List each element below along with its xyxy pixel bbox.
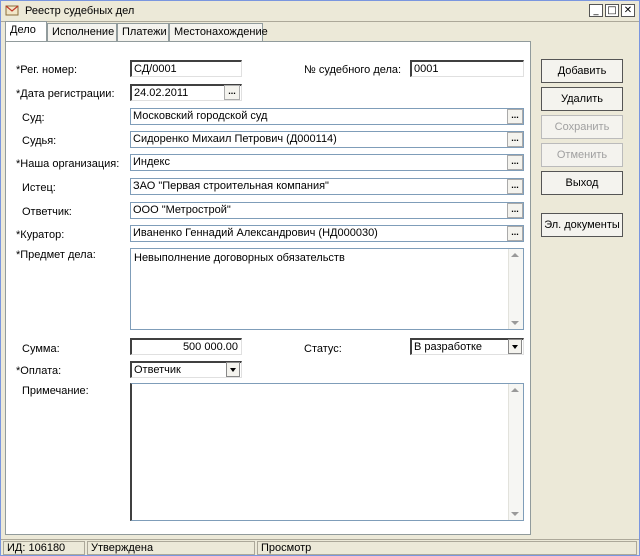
maximize-button[interactable]: □ bbox=[605, 4, 619, 17]
delete-button[interactable]: Удалить bbox=[541, 87, 623, 111]
save-button[interactable]: Сохранить bbox=[541, 115, 623, 139]
court-select-button[interactable]: ... bbox=[507, 109, 523, 124]
reg-number-label: *Рег. номер: bbox=[16, 64, 78, 76]
court-case-number-label: № судебного дела: bbox=[304, 64, 402, 76]
app-icon bbox=[5, 5, 19, 16]
cancel-button[interactable]: Отменить bbox=[541, 143, 623, 167]
exit-button[interactable]: Выход bbox=[541, 171, 623, 195]
defendant-label: Ответчик: bbox=[22, 206, 72, 218]
defendant-field[interactable]: ООО "Метрострой" bbox=[130, 202, 524, 219]
reg-number-field[interactable]: СД/0001 bbox=[130, 60, 242, 77]
our-org-label: *Наша организация: bbox=[16, 158, 120, 170]
payment-label: *Оплата: bbox=[16, 365, 62, 377]
scroll-up-arrow-icon[interactable] bbox=[511, 253, 519, 257]
subject-memo[interactable]: Невыполнение договорных обязательств bbox=[130, 248, 524, 330]
tab-payments[interactable]: Платежи bbox=[117, 23, 169, 41]
electronic-documents-button[interactable]: Эл. документы bbox=[541, 213, 623, 237]
tab-case[interactable]: Дело bbox=[5, 21, 47, 41]
subject-scrollbar[interactable] bbox=[508, 249, 523, 329]
curator-field[interactable]: Иваненко Геннадий Александрович (НД00003… bbox=[130, 225, 524, 242]
status-label: Статус: bbox=[304, 343, 342, 355]
amount-label: Сумма: bbox=[22, 343, 60, 355]
scroll-down-arrow-icon[interactable] bbox=[511, 321, 519, 325]
defendant-select-button[interactable]: ... bbox=[507, 203, 523, 218]
judge-select-button[interactable]: ... bbox=[507, 132, 523, 147]
plaintiff-field[interactable]: ЗАО "Первая строительная компания" bbox=[130, 178, 524, 195]
status-dropdown-icon[interactable] bbox=[508, 339, 522, 354]
case-form-panel: *Рег. номер: СД/0001 № судебного дела: 0… bbox=[5, 41, 531, 535]
tab-location[interactable]: Местонахождение bbox=[169, 23, 268, 41]
close-button[interactable]: ✕ bbox=[621, 4, 635, 17]
curator-select-button[interactable]: ... bbox=[507, 226, 523, 241]
judge-label: Судья: bbox=[22, 135, 57, 147]
plaintiff-select-button[interactable]: ... bbox=[507, 179, 523, 194]
note-label: Примечание: bbox=[22, 385, 89, 397]
status-select[interactable]: В разработке bbox=[410, 338, 524, 355]
window-title: Реестр судебных дел bbox=[25, 5, 135, 17]
tab-execution[interactable]: Исполнение bbox=[47, 23, 117, 41]
scroll-down-arrow-icon[interactable] bbox=[511, 512, 519, 516]
status-bar: ИД: 106180 Утверждена Просмотр bbox=[1, 539, 639, 556]
plaintiff-label: Истец: bbox=[22, 182, 56, 194]
minimize-button[interactable]: _ bbox=[589, 4, 603, 17]
title-bar: Реестр судебных дел _ □ ✕ bbox=[1, 1, 639, 22]
court-label: Суд: bbox=[22, 112, 45, 124]
note-memo[interactable] bbox=[130, 383, 524, 521]
our-org-select-button[interactable]: ... bbox=[507, 155, 523, 170]
subject-text: Невыполнение договорных обязательств bbox=[134, 252, 345, 264]
status-state: Утверждена bbox=[87, 541, 255, 555]
court-case-number-field[interactable]: 0001 bbox=[410, 60, 524, 77]
date-picker-button[interactable]: ... bbox=[224, 85, 240, 100]
amount-field[interactable]: 500 000.00 bbox=[130, 338, 242, 355]
status-mode: Просмотр bbox=[257, 541, 637, 555]
note-scrollbar[interactable] bbox=[508, 384, 523, 520]
status-id: ИД: 106180 bbox=[3, 541, 85, 555]
subject-label: *Предмет дела: bbox=[16, 249, 96, 261]
add-button[interactable]: Добавить bbox=[541, 59, 623, 83]
curator-label: *Куратор: bbox=[16, 229, 65, 241]
scroll-up-arrow-icon[interactable] bbox=[511, 388, 519, 392]
our-org-field[interactable]: Индекс bbox=[130, 154, 524, 171]
reg-date-label: *Дата регистрации: bbox=[16, 88, 115, 100]
app-window: Реестр судебных дел _ □ ✕ Дело Исполнени… bbox=[0, 0, 640, 556]
court-field[interactable]: Московский городской суд bbox=[130, 108, 524, 125]
payment-dropdown-icon[interactable] bbox=[226, 362, 240, 377]
judge-field[interactable]: Сидоренко Михаил Петрович (Д000114) bbox=[130, 131, 524, 148]
